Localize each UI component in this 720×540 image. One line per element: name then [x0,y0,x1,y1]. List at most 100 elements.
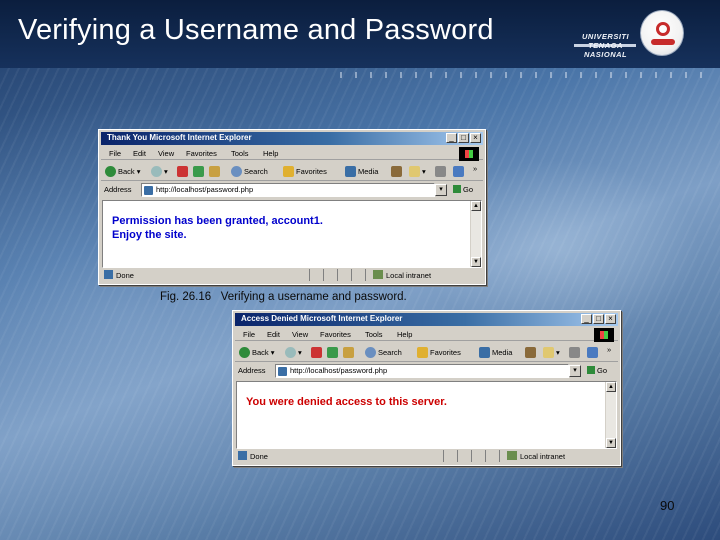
maximize-button[interactable]: □ [593,314,604,324]
back-button[interactable]: Back ▾ [239,346,275,358]
search-icon [365,346,376,358]
refresh-icon [193,165,204,177]
access-denied-message: You were denied access to this server. [246,396,447,408]
scroll-up-icon[interactable]: ▲ [606,382,616,392]
minimize-button[interactable]: _ [581,314,592,324]
print-icon [569,346,580,358]
refresh-button[interactable] [193,165,206,177]
status-separator [323,269,324,281]
go-button[interactable]: Go [587,366,607,375]
mail-button[interactable]: ▾ [409,165,426,177]
stop-button[interactable] [177,165,190,177]
status-separator [457,450,458,462]
menu-view[interactable]: View [158,149,174,158]
scroll-down-icon[interactable]: ▼ [606,438,616,448]
windows-logo-icon [459,147,479,161]
favorites-button[interactable]: Favorites [417,346,461,358]
decorative-dots [340,72,710,78]
menu-file[interactable]: File [243,330,255,339]
stop-button[interactable] [311,346,324,358]
logo-line-3: NASIONAL [583,50,628,59]
back-button[interactable]: Back ▾ [105,165,141,177]
history-icon [525,346,536,358]
status-bar: Done Local intranet [101,268,483,282]
logo-line-1: UNIVERSITI [582,32,630,41]
menu-view[interactable]: View [292,330,308,339]
forward-arrow-icon [151,165,162,177]
history-button[interactable] [391,165,404,177]
address-input[interactable]: http://localhost/password.php [141,183,435,197]
status-separator [485,450,486,462]
media-button[interactable]: Media [345,165,378,177]
stop-icon [311,346,322,358]
favorites-label: Favorites [430,347,461,357]
scroll-down-icon[interactable]: ▼ [471,257,481,267]
print-button[interactable] [569,346,582,358]
media-button[interactable]: Media [479,346,512,358]
ie-window-access-denied: Access Denied Microsoft Internet Explore… [232,310,621,466]
status-separator [499,450,500,462]
search-label: Search [378,347,402,357]
mail-icon [409,165,420,177]
menu-file[interactable]: File [109,149,121,158]
refresh-icon [327,346,338,358]
close-button[interactable]: × [605,314,616,324]
toolbar: Back ▾ ▾ Search Favorites Media ▾ » [101,161,483,181]
slide-header: Verifying a Username and Password UNIVER… [0,0,720,68]
menu-help[interactable]: Help [263,149,278,158]
forward-button[interactable]: ▾ [285,346,302,358]
mail-button[interactable]: ▾ [543,346,560,358]
home-button[interactable] [343,346,356,358]
history-button[interactable] [525,346,538,358]
toolbar-overflow-icon[interactable]: » [473,162,477,174]
menu-bar: File Edit View Favorites Tools Help [235,327,618,342]
permission-granted-message: Permission has been granted, account1. [112,215,323,227]
menu-favorites[interactable]: Favorites [186,149,217,158]
home-icon [209,165,220,177]
vertical-scrollbar[interactable]: ▲ ▼ [470,201,481,267]
toolbar-overflow-icon[interactable]: » [607,343,611,355]
status-zone: Local intranet [507,451,565,461]
vertical-scrollbar[interactable]: ▲ ▼ [605,382,616,448]
status-separator [471,450,472,462]
window-title-bar[interactable]: Access Denied Microsoft Internet Explore… [235,313,618,326]
back-arrow-icon [239,346,250,358]
home-button[interactable] [209,165,222,177]
address-dropdown-icon[interactable]: ▾ [569,365,581,377]
search-label: Search [244,166,268,176]
address-label: Address [238,366,266,375]
menu-favorites[interactable]: Favorites [320,330,351,339]
edit-button[interactable] [587,346,600,358]
refresh-button[interactable] [327,346,340,358]
address-input[interactable]: http://localhost/password.php [275,364,569,378]
window-title: Access Denied Microsoft Internet Explore… [241,314,403,323]
search-button[interactable]: Search [365,346,402,358]
menu-edit[interactable]: Edit [267,330,280,339]
favorites-button[interactable]: Favorites [283,165,327,177]
window-title-bar[interactable]: Thank You Microsoft Internet Explorer _ … [101,132,483,145]
print-button[interactable] [435,165,448,177]
forward-button[interactable]: ▾ [151,165,168,177]
enjoy-site-message: Enjoy the site. [112,229,187,241]
address-dropdown-icon[interactable]: ▾ [435,184,447,196]
status-separator [443,450,444,462]
minimize-button[interactable]: _ [446,133,457,143]
scroll-up-icon[interactable]: ▲ [471,201,481,211]
back-label: Back [252,347,269,357]
menu-edit[interactable]: Edit [133,149,146,158]
close-button[interactable]: × [470,133,481,143]
maximize-button[interactable]: □ [458,133,469,143]
menu-tools[interactable]: Tools [231,149,249,158]
address-label: Address [104,185,132,194]
favorites-star-icon [417,346,428,358]
edit-button[interactable] [453,165,466,177]
menu-help[interactable]: Help [397,330,412,339]
print-icon [435,165,446,177]
status-separator [337,269,338,281]
go-button[interactable]: Go [453,185,473,194]
figure-caption: Fig. 26.16 Verifying a username and pass… [160,291,407,303]
forward-arrow-icon [285,346,296,358]
search-button[interactable]: Search [231,165,268,177]
menu-tools[interactable]: Tools [365,330,383,339]
university-logo-icon [640,10,684,56]
